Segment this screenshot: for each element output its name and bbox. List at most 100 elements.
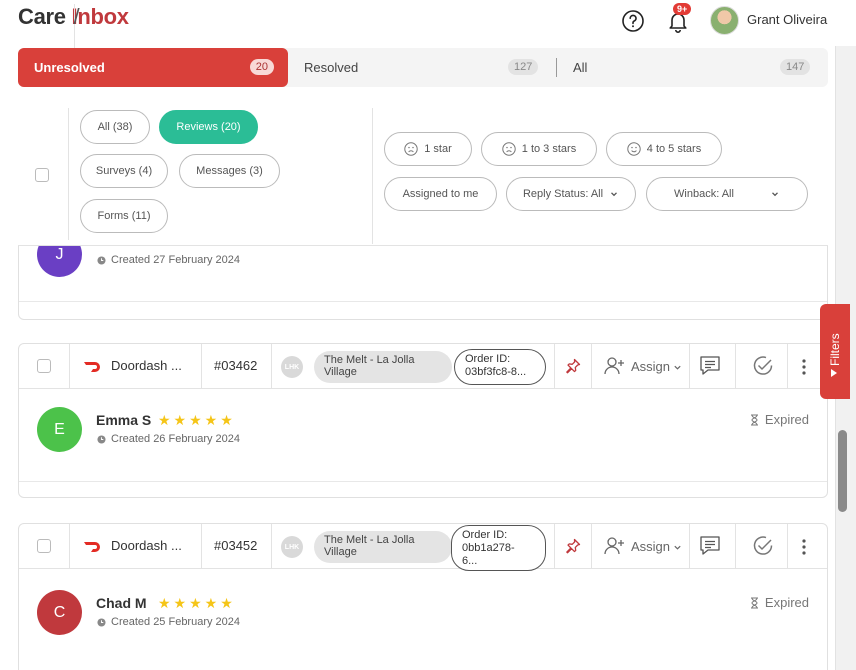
customer-avatar-letter: C	[53, 603, 66, 621]
filter-surveys-pill[interactable]: Surveys (4)	[80, 154, 168, 188]
pill-label: Winback: All	[674, 188, 734, 200]
user-avatar[interactable]	[710, 6, 739, 35]
tab-resolved-count: 127	[508, 59, 539, 75]
customer-name: Chad M	[96, 595, 147, 611]
status-tabs: Unresolved 20 Resolved 127 All 147	[18, 48, 828, 87]
more-options-icon[interactable]	[801, 358, 807, 376]
filter-1-to-3-stars-pill[interactable]: 1 to 3 stars	[481, 132, 597, 166]
app-header: Care / Inbox 9+ Grant Oliveira	[0, 0, 856, 49]
resolve-check-icon[interactable]	[751, 534, 775, 558]
title-inbox: Inbox	[71, 4, 129, 29]
column-divider	[787, 344, 788, 389]
resolve-check-icon[interactable]	[751, 354, 775, 378]
caret-right-icon	[831, 369, 837, 377]
filters-side-tab[interactable]: Filters	[820, 304, 850, 399]
pill-label: Messages (3)	[196, 165, 263, 177]
tab-unresolved-count: 20	[249, 59, 274, 75]
filter-forms-pill[interactable]: Forms (11)	[80, 199, 168, 233]
tab-unresolved[interactable]: Unresolved 20	[18, 48, 288, 87]
doordash-logo-icon	[84, 542, 100, 552]
location-chip: The Melt - La Jolla Village	[314, 531, 452, 563]
chevron-down-icon	[611, 192, 618, 197]
customer-avatar: C	[37, 590, 82, 635]
order-id-chip[interactable]: Order ID: 03bf3fc8-8...	[454, 349, 546, 385]
pin-icon[interactable]	[565, 538, 581, 554]
customer-avatar-letter: E	[54, 420, 65, 438]
column-divider	[271, 344, 272, 389]
pill-label: Reply Status: All	[522, 188, 604, 200]
reply-message-icon[interactable]	[699, 355, 721, 377]
filter-1-star-pill[interactable]: 1 star	[384, 132, 472, 166]
card-footer	[19, 301, 827, 319]
select-all-checkbox[interactable]	[35, 168, 49, 182]
clock-icon	[97, 434, 106, 444]
created-text: Created 27 February 2024	[111, 254, 241, 266]
location-badge: LHK	[281, 356, 303, 378]
clock-icon	[97, 255, 106, 265]
location-badge-text: LHK	[284, 543, 300, 551]
filter-divider	[68, 108, 69, 240]
add-user-icon[interactable]	[604, 536, 626, 556]
column-divider	[591, 524, 592, 569]
reply-message-icon[interactable]	[699, 535, 721, 557]
pin-icon[interactable]	[565, 358, 581, 374]
order-id-value: 0bb1a278-	[462, 542, 515, 554]
user-name[interactable]: Grant Oliveira	[747, 12, 827, 27]
customer-name: Emma S	[96, 412, 152, 428]
column-divider	[271, 524, 272, 569]
row-checkbox[interactable]	[37, 359, 51, 373]
reply-status-dropdown[interactable]: Reply Status: All	[506, 177, 636, 211]
order-id-value-cont: 6...	[462, 555, 478, 567]
assigned-to-me-pill[interactable]: Assigned to me	[384, 177, 497, 211]
tab-resolved-label[interactable]: Resolved	[304, 60, 358, 75]
title-separator: /	[73, 4, 80, 49]
scrollbar-thumb[interactable]	[838, 430, 847, 512]
filter-messages-pill[interactable]: Messages (3)	[179, 154, 280, 188]
location-chip: The Melt - La Jolla Village	[314, 351, 452, 383]
source-name: Doordash ...	[111, 538, 182, 553]
more-options-icon[interactable]	[801, 538, 807, 556]
ticket-number: #03452	[214, 538, 258, 553]
winback-dropdown[interactable]: Winback: All	[646, 177, 808, 211]
order-id-chip[interactable]: Order ID: 0bb1a278- 6...	[451, 525, 546, 571]
review-card[interactable]: Doordash ... #03452 LHK The Melt - La Jo…	[18, 523, 828, 670]
review-card-partial[interactable]: J Created 27 February 2024	[18, 232, 828, 320]
column-divider	[69, 344, 70, 389]
column-divider	[787, 524, 788, 569]
tab-all-label[interactable]: All	[573, 60, 587, 75]
add-user-icon[interactable]	[604, 356, 626, 376]
filter-reviews-pill[interactable]: Reviews (20)	[159, 110, 258, 144]
order-id-value: 03bf3fc8-8...	[465, 366, 527, 378]
row-checkbox[interactable]	[37, 539, 51, 553]
pill-label: 1 star	[424, 143, 452, 155]
chevron-down-icon[interactable]	[673, 363, 682, 372]
location-badge: LHK	[281, 536, 303, 558]
star-rating: ★★★★★	[158, 412, 236, 428]
filter-all-pill[interactable]: All (38)	[80, 110, 150, 144]
review-card[interactable]: Doordash ... #03462 LHK The Melt - La Jo…	[18, 343, 828, 498]
pill-label: 1 to 3 stars	[521, 143, 577, 155]
chevron-down-icon[interactable]	[673, 543, 682, 552]
chevron-down-icon	[771, 192, 778, 197]
column-divider	[554, 524, 555, 569]
column-divider	[689, 524, 690, 569]
filter-4-to-5-stars-pill[interactable]: 4 to 5 stars	[606, 132, 722, 166]
happy-face-icon	[627, 142, 641, 156]
ticket-number: #03462	[214, 358, 258, 373]
pill-label: Surveys (4)	[95, 165, 153, 177]
pill-label: Forms (11)	[97, 210, 151, 222]
order-id-label: Order ID:	[465, 353, 511, 365]
sad-face-icon	[502, 142, 516, 156]
status-expired: Expired	[750, 412, 809, 427]
column-divider	[201, 524, 202, 569]
card-header-row: Doordash ... #03462 LHK The Melt - La Jo…	[19, 344, 827, 389]
assign-button[interactable]: Assign	[631, 359, 670, 374]
created-date: Created 26 February 2024	[97, 433, 240, 445]
order-id-label: Order ID:	[462, 529, 508, 541]
column-divider	[689, 344, 690, 389]
tab-divider	[556, 58, 557, 77]
assign-button[interactable]: Assign	[631, 539, 670, 554]
star-rating: ★★★★★	[158, 595, 236, 611]
status-text: Expired	[764, 412, 809, 427]
help-icon[interactable]	[621, 9, 645, 33]
